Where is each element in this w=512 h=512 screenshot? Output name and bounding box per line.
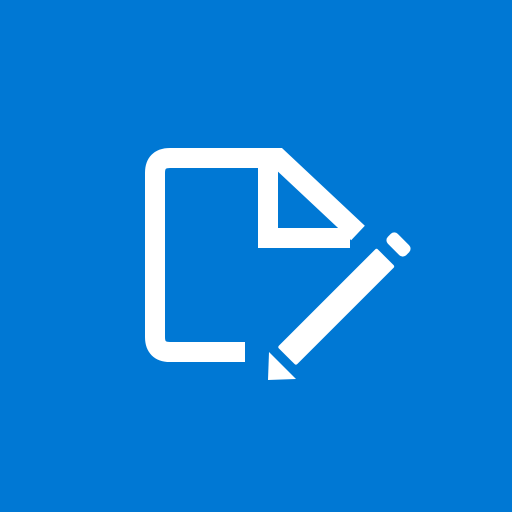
pencil-eraser <box>386 232 411 257</box>
edit-document-icon <box>145 148 411 380</box>
app-icon-tile[interactable] <box>0 0 512 512</box>
pencil-icon <box>268 232 411 380</box>
pencil-body <box>278 248 395 365</box>
